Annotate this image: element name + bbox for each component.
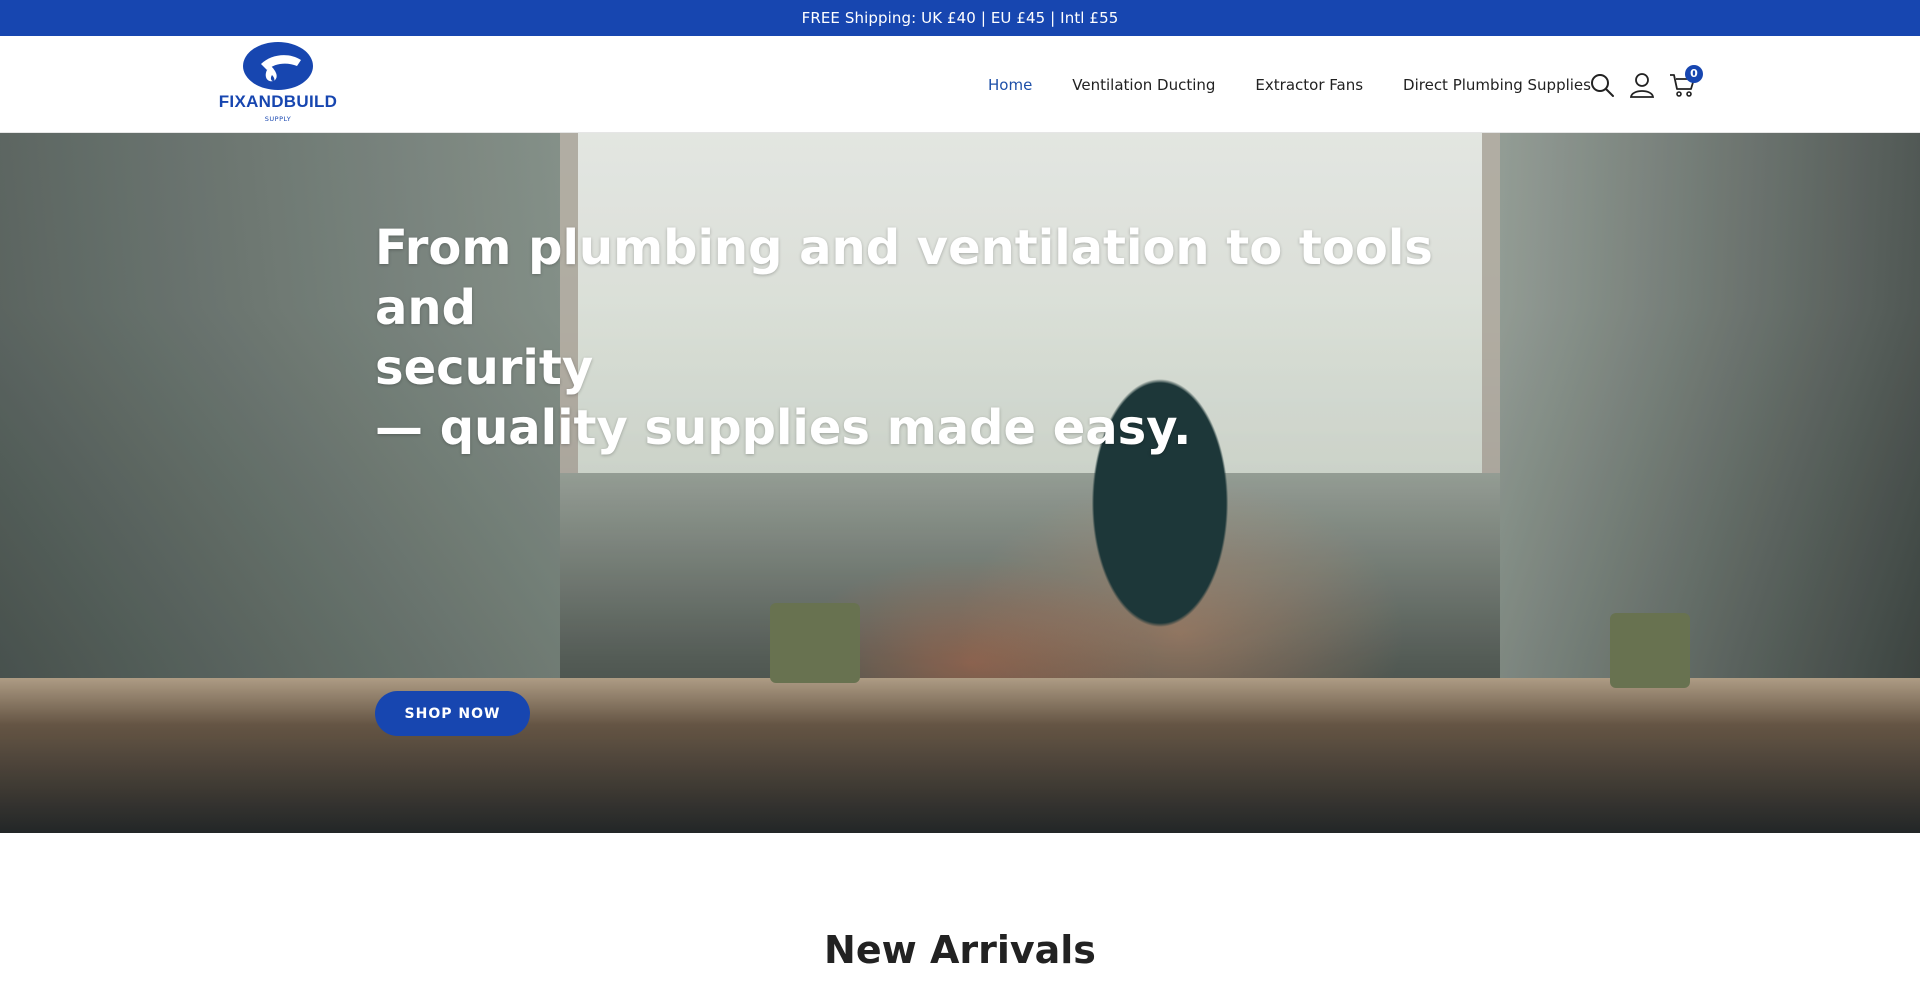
cart-count-badge: 0 [1685,64,1703,83]
announcement-text: FREE Shipping: UK £40 | EU £45 | Intl £5… [801,9,1119,27]
header-icons: 0 [1587,36,1707,133]
logo-tagline: SUPPLY [264,115,292,123]
logo-name: FIXANDBUILD [218,92,338,111]
account-icon [1629,72,1655,98]
announcement-bar: FREE Shipping: UK £40 | EU £45 | Intl £5… [0,0,1920,36]
search-icon [1591,73,1614,97]
hero-title-line: security [375,340,594,396]
shop-now-button[interactable]: SHOP NOW [375,691,530,736]
search-button[interactable] [1587,70,1617,100]
nav-item-extractor-fans[interactable]: Extractor Fans [1255,76,1363,94]
hero-title-line: From plumbing and ventilation to tools a… [375,220,1433,336]
hero-title: From plumbing and ventilation to tools a… [375,218,1435,458]
logo-mark-icon [243,42,313,90]
new-arrivals-heading: New Arrivals [824,928,1096,972]
cart-button[interactable]: 0 [1667,64,1703,100]
main-nav: Home Ventilation Ducting Extractor Fans … [988,36,1631,133]
nav-item-home[interactable]: Home [988,76,1032,94]
nav-item-ventilation-ducting[interactable]: Ventilation Ducting [1072,76,1215,94]
logo-link[interactable]: FIXANDBUILD SUPPLY [218,40,338,132]
site-header: FIXANDBUILD SUPPLY Home Ventilation Duct… [0,36,1920,133]
hero-title-line: — quality supplies made easy. [375,400,1192,456]
hero-banner: From plumbing and ventilation to tools a… [0,133,1920,833]
account-button[interactable] [1627,70,1657,100]
nav-item-direct-plumbing-supplies[interactable]: Direct Plumbing Supplies [1403,76,1591,94]
